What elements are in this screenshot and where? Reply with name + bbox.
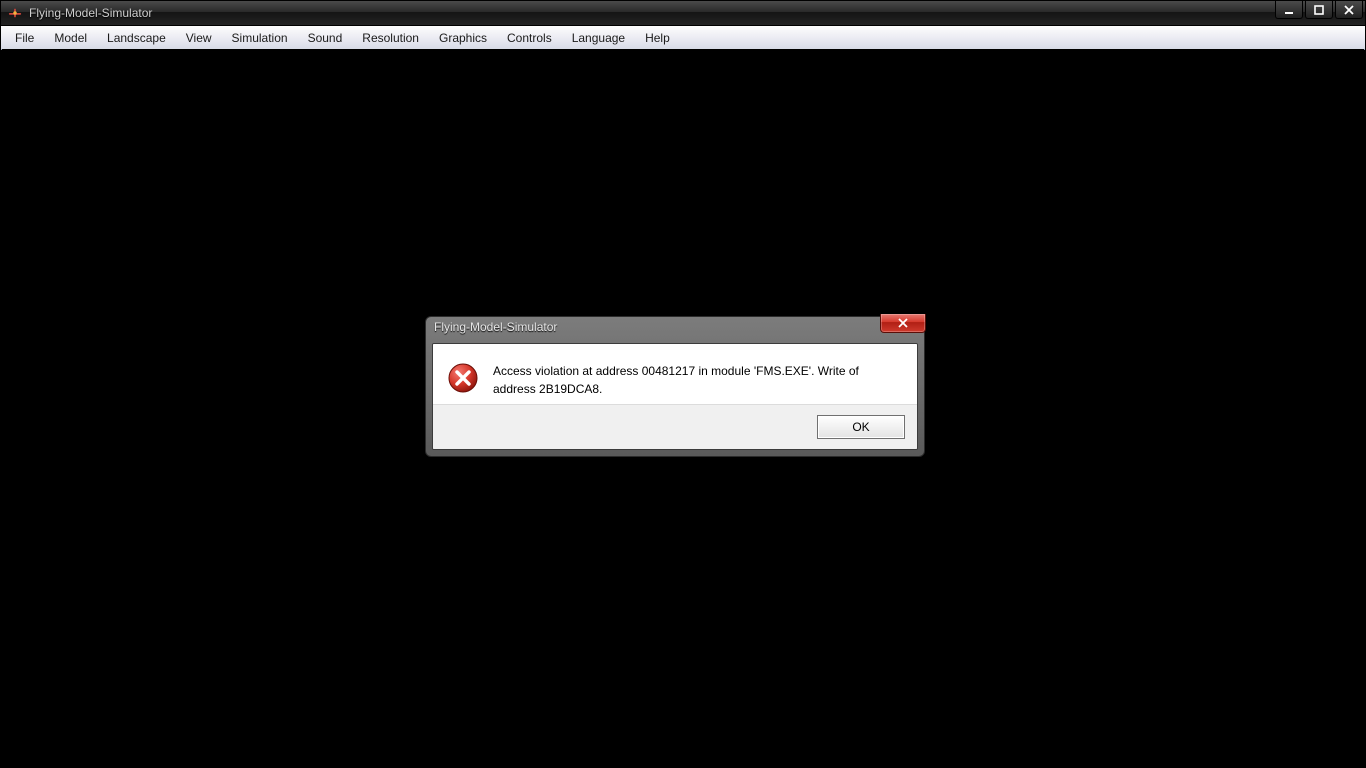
menu-simulation[interactable]: Simulation	[222, 28, 298, 48]
ok-button[interactable]: OK	[817, 415, 905, 439]
caption-buttons	[1273, 1, 1363, 19]
menu-controls[interactable]: Controls	[497, 28, 562, 48]
app-title: Flying-Model-Simulator	[29, 6, 152, 20]
menu-resolution[interactable]: Resolution	[352, 28, 429, 48]
error-dialog: Flying-Model-Simulator	[425, 316, 925, 457]
menu-graphics[interactable]: Graphics	[429, 28, 497, 48]
app-icon	[7, 5, 23, 21]
dialog-title: Flying-Model-Simulator	[434, 320, 557, 334]
dialog-message: Access violation at address 00481217 in …	[493, 362, 899, 398]
menu-model[interactable]: Model	[44, 28, 97, 48]
maximize-button[interactable]	[1305, 1, 1333, 19]
error-icon	[447, 362, 479, 394]
minimize-button[interactable]	[1275, 1, 1303, 19]
dialog-body: Access violation at address 00481217 in …	[433, 344, 917, 404]
menu-view[interactable]: View	[176, 28, 222, 48]
menu-landscape[interactable]: Landscape	[97, 28, 176, 48]
dialog-titlebar: Flying-Model-Simulator	[426, 317, 924, 337]
menu-language[interactable]: Language	[562, 28, 635, 48]
menu-sound[interactable]: Sound	[298, 28, 353, 48]
menubar: File Model Landscape View Simulation Sou…	[1, 26, 1365, 50]
close-button[interactable]	[1335, 1, 1363, 19]
menu-file[interactable]: File	[5, 28, 44, 48]
dialog-close-button[interactable]	[880, 314, 926, 333]
dialog-footer: OK	[433, 404, 917, 449]
app-titlebar: Flying-Model-Simulator	[1, 1, 1365, 26]
menu-help[interactable]: Help	[635, 28, 680, 48]
dialog-frame: Access violation at address 00481217 in …	[432, 343, 918, 450]
